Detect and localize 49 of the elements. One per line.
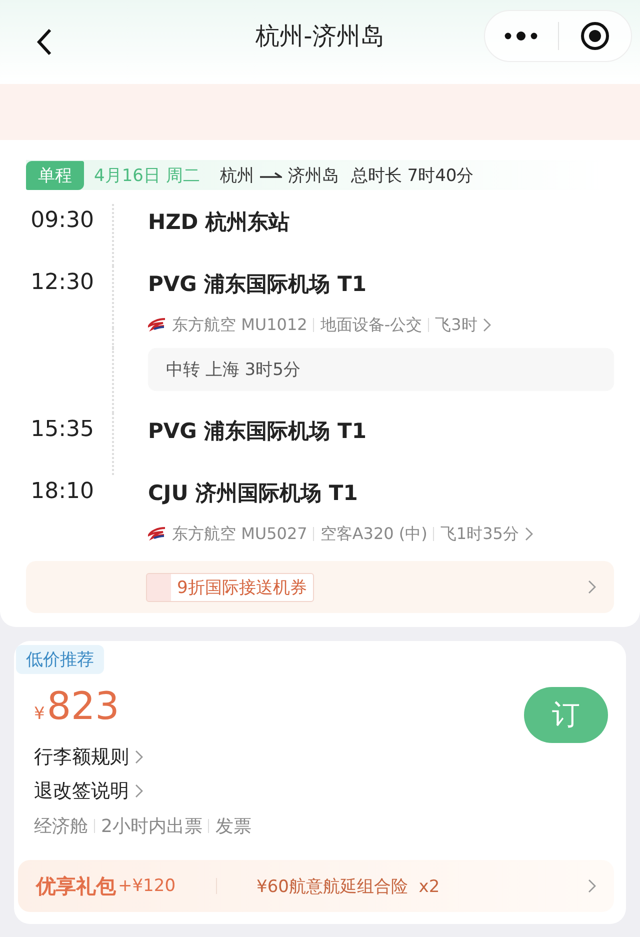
flight-info-link[interactable]: 东方航空 MU1012 地面设备-公交 飞3时 [148, 310, 614, 348]
aircraft-type: 地面设备-公交 [320, 314, 422, 336]
book-button[interactable]: 订 [524, 687, 608, 743]
aircraft-type: 空客A320 (中) [320, 524, 428, 544]
station-name: CJU 济州国际机场 T1 [148, 481, 358, 505]
flight-duration: 飞1时35分 [440, 524, 519, 544]
page-title: 杭州-济州岛 [254, 21, 386, 52]
destination-city: 济州岛 [288, 164, 339, 186]
trip-date: 4月16日 周二 [94, 164, 200, 186]
airline-flight: 东方航空 MU1012 [172, 314, 308, 336]
chevron-right-icon [588, 580, 596, 594]
fare-feature: 2小时内出票 [101, 815, 202, 838]
fare-feature: 经济舱 [34, 815, 88, 838]
total-duration: 总时长 7时40分 [350, 164, 474, 186]
package-price: +¥120 [118, 876, 176, 896]
chevron-right-icon [483, 318, 492, 332]
trip-type-tag: 单程 [26, 160, 84, 190]
departure-time: 09:30 [30, 208, 94, 233]
rules-link[interactable]: 行李额规则 [34, 744, 129, 770]
airline-logo-icon [148, 318, 166, 332]
fare-feature: 发票 [215, 815, 252, 838]
origin-city: 杭州 [220, 164, 254, 186]
station-name: HZD 杭州东站 [148, 210, 290, 234]
low-price-tag: 低价推荐 [16, 645, 104, 674]
airline-logo-icon [148, 527, 166, 541]
coupon-bar[interactable]: 9折国际接送机券 [26, 561, 614, 613]
chevron-right-icon [135, 750, 143, 764]
flight-duration: 飞3时 [435, 314, 478, 336]
flight-info-link[interactable]: 东方航空 MU5027 空客A320 (中) 飞1时35分 [148, 519, 614, 557]
transfer-info: 中转 上海 3时5分 [148, 348, 614, 391]
station-name: PVG 浦东国际机场 T1 [148, 272, 366, 296]
chevron-right-icon [588, 879, 596, 893]
currency-symbol: ¥ [34, 704, 45, 724]
airline-flight: 东方航空 MU5027 [172, 524, 308, 544]
departure-time: 18:10 [30, 479, 94, 504]
target-icon [580, 21, 610, 51]
price: 823 [46, 683, 120, 730]
back-icon[interactable] [36, 28, 52, 56]
departure-time: 15:35 [30, 417, 94, 442]
gift-package-bar[interactable]: 优享礼包+¥120 ¥60航意航延组合险 x2 [18, 860, 614, 912]
more-icon [504, 30, 538, 42]
departure-time: 12:30 [30, 270, 94, 295]
coupon-tag: 9折国际接送机券 [146, 572, 314, 602]
station-name: PVG 浦东国际机场 T1 [148, 419, 366, 443]
package-detail: ¥60航意航延组合险 x2 [256, 876, 440, 898]
package-title: 优享礼包 [36, 872, 116, 900]
chevron-right-icon [135, 784, 143, 798]
chevron-right-icon [524, 527, 533, 541]
rules-link[interactable]: 退改签说明 [34, 778, 129, 804]
